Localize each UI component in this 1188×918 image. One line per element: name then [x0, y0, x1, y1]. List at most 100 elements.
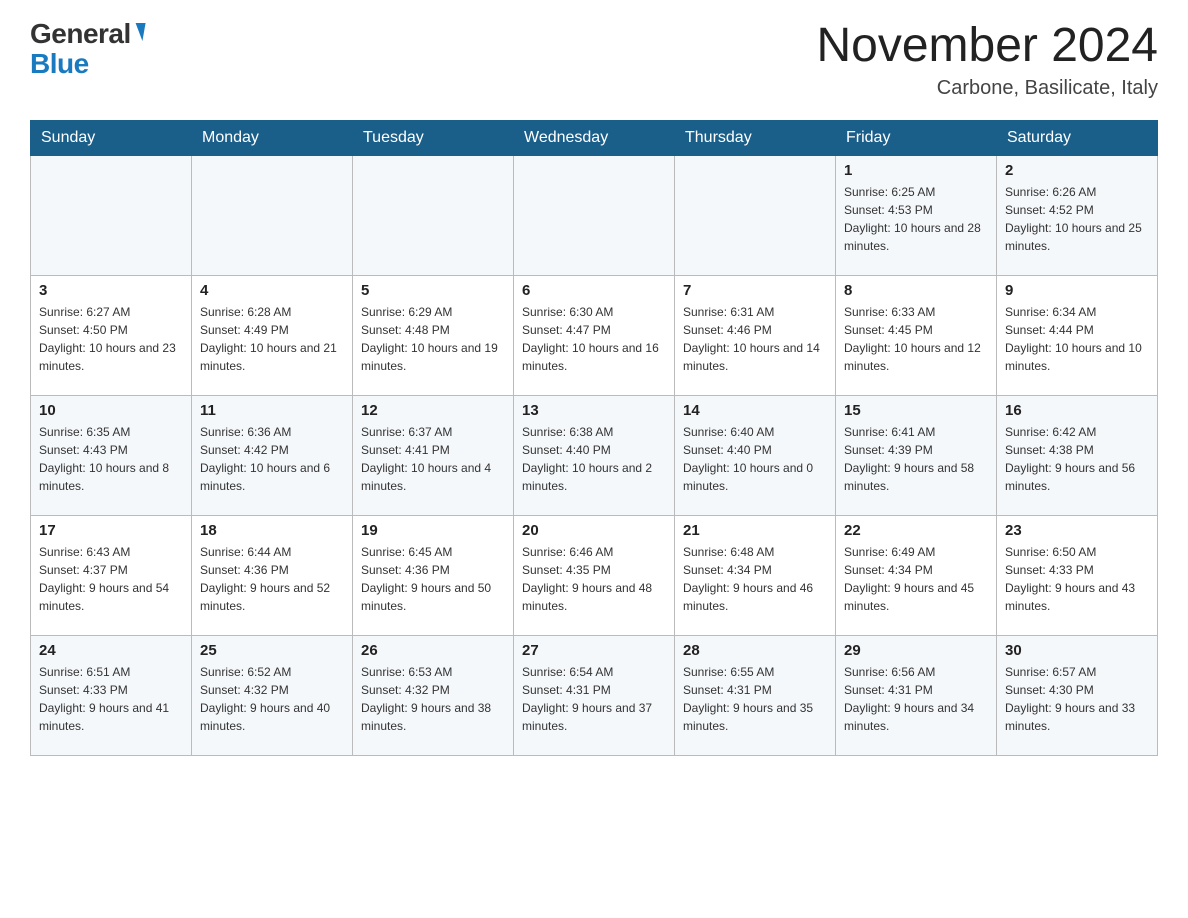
day-number: 30	[1005, 642, 1149, 659]
calendar-day-header: Sunday	[31, 120, 192, 155]
day-number: 25	[200, 642, 344, 659]
calendar-cell	[514, 155, 675, 275]
day-number: 5	[361, 282, 505, 299]
day-number: 16	[1005, 402, 1149, 419]
day-info: Sunrise: 6:36 AM Sunset: 4:42 PM Dayligh…	[200, 423, 344, 495]
day-info: Sunrise: 6:54 AM Sunset: 4:31 PM Dayligh…	[522, 663, 666, 735]
month-title: November 2024	[816, 20, 1158, 73]
calendar-day-header: Thursday	[675, 120, 836, 155]
calendar-cell: 12 Sunrise: 6:37 AM Sunset: 4:41 PM Dayli…	[353, 395, 514, 515]
calendar-day-header: Friday	[836, 120, 997, 155]
calendar-day-header: Tuesday	[353, 120, 514, 155]
calendar-cell	[675, 155, 836, 275]
day-number: 23	[1005, 522, 1149, 539]
day-info: Sunrise: 6:25 AM Sunset: 4:53 PM Dayligh…	[844, 183, 988, 255]
calendar-week-row: 3 Sunrise: 6:27 AM Sunset: 4:50 PM Daylig…	[31, 275, 1158, 395]
logo: General Blue	[30, 20, 144, 78]
day-number: 27	[522, 642, 666, 659]
day-number: 21	[683, 522, 827, 539]
calendar-cell: 10 Sunrise: 6:35 AM Sunset: 4:43 PM Dayli…	[31, 395, 192, 515]
day-info: Sunrise: 6:44 AM Sunset: 4:36 PM Dayligh…	[200, 543, 344, 615]
day-number: 3	[39, 282, 183, 299]
day-number: 2	[1005, 162, 1149, 179]
day-number: 19	[361, 522, 505, 539]
day-number: 18	[200, 522, 344, 539]
day-info: Sunrise: 6:45 AM Sunset: 4:36 PM Dayligh…	[361, 543, 505, 615]
calendar-cell: 5 Sunrise: 6:29 AM Sunset: 4:48 PM Daylig…	[353, 275, 514, 395]
calendar-cell: 30 Sunrise: 6:57 AM Sunset: 4:30 PM Dayli…	[997, 635, 1158, 755]
day-info: Sunrise: 6:38 AM Sunset: 4:40 PM Dayligh…	[522, 423, 666, 495]
title-block: November 2024 Carbone, Basilicate, Italy	[816, 20, 1158, 100]
calendar-week-row: 24 Sunrise: 6:51 AM Sunset: 4:33 PM Dayli…	[31, 635, 1158, 755]
day-info: Sunrise: 6:37 AM Sunset: 4:41 PM Dayligh…	[361, 423, 505, 495]
calendar-cell: 1 Sunrise: 6:25 AM Sunset: 4:53 PM Daylig…	[836, 155, 997, 275]
calendar-cell: 21 Sunrise: 6:48 AM Sunset: 4:34 PM Dayli…	[675, 515, 836, 635]
day-info: Sunrise: 6:26 AM Sunset: 4:52 PM Dayligh…	[1005, 183, 1149, 255]
calendar-cell	[31, 155, 192, 275]
day-number: 4	[200, 282, 344, 299]
calendar-cell: 28Sunrise: 6:55 AM Sunset: 4:31 PM Dayli…	[675, 635, 836, 755]
calendar-header-row: SundayMondayTuesdayWednesdayThursdayFrid…	[31, 120, 1158, 155]
day-info: Sunrise: 6:43 AM Sunset: 4:37 PM Dayligh…	[39, 543, 183, 615]
calendar-day-header: Saturday	[997, 120, 1158, 155]
day-info: Sunrise: 6:27 AM Sunset: 4:50 PM Dayligh…	[39, 303, 183, 375]
day-number: 14	[683, 402, 827, 419]
day-info: Sunrise: 6:56 AM Sunset: 4:31 PM Dayligh…	[844, 663, 988, 735]
calendar-cell: 25 Sunrise: 6:52 AM Sunset: 4:32 PM Dayli…	[192, 635, 353, 755]
day-number: 10	[39, 402, 183, 419]
day-info: Sunrise: 6:35 AM Sunset: 4:43 PM Dayligh…	[39, 423, 183, 495]
day-number: 6	[522, 282, 666, 299]
day-info: Sunrise: 6:33 AM Sunset: 4:45 PM Dayligh…	[844, 303, 988, 375]
calendar-cell: 24 Sunrise: 6:51 AM Sunset: 4:33 PM Dayli…	[31, 635, 192, 755]
day-number: 26	[361, 642, 505, 659]
calendar-week-row: 1 Sunrise: 6:25 AM Sunset: 4:53 PM Daylig…	[31, 155, 1158, 275]
calendar-cell: 22Sunrise: 6:49 AM Sunset: 4:34 PM Dayli…	[836, 515, 997, 635]
calendar-cell: 11 Sunrise: 6:36 AM Sunset: 4:42 PM Dayli…	[192, 395, 353, 515]
day-number: 24	[39, 642, 183, 659]
calendar-cell: 2 Sunrise: 6:26 AM Sunset: 4:52 PM Daylig…	[997, 155, 1158, 275]
day-number: 8	[844, 282, 988, 299]
day-number: 13	[522, 402, 666, 419]
day-info: Sunrise: 6:30 AM Sunset: 4:47 PM Dayligh…	[522, 303, 666, 375]
calendar-cell: 3 Sunrise: 6:27 AM Sunset: 4:50 PM Daylig…	[31, 275, 192, 395]
day-info: Sunrise: 6:28 AM Sunset: 4:49 PM Dayligh…	[200, 303, 344, 375]
calendar-cell: 14 Sunrise: 6:40 AM Sunset: 4:40 PM Dayli…	[675, 395, 836, 515]
calendar-cell	[192, 155, 353, 275]
day-info: Sunrise: 6:34 AM Sunset: 4:44 PM Dayligh…	[1005, 303, 1149, 375]
day-number: 22	[844, 522, 988, 539]
calendar-cell: 23 Sunrise: 6:50 AM Sunset: 4:33 PM Dayli…	[997, 515, 1158, 635]
page-header: General Blue November 2024 Carbone, Basi…	[30, 20, 1158, 100]
day-info: Sunrise: 6:51 AM Sunset: 4:33 PM Dayligh…	[39, 663, 183, 735]
day-number: 9	[1005, 282, 1149, 299]
day-number: 15	[844, 402, 988, 419]
day-number: 17	[39, 522, 183, 539]
calendar-cell: 13 Sunrise: 6:38 AM Sunset: 4:40 PM Dayli…	[514, 395, 675, 515]
logo-general-text: General	[30, 20, 131, 48]
day-number: 11	[200, 402, 344, 419]
day-number: 29	[844, 642, 988, 659]
day-info: Sunrise: 6:55 AM Sunset: 4:31 PM Dayligh…	[683, 663, 827, 735]
day-number: 1	[844, 162, 988, 179]
logo-blue-text: Blue	[30, 48, 89, 79]
logo-triangle-icon	[132, 23, 145, 41]
day-number: 12	[361, 402, 505, 419]
calendar-cell: 20 Sunrise: 6:46 AM Sunset: 4:35 PM Dayli…	[514, 515, 675, 635]
day-info: Sunrise: 6:48 AM Sunset: 4:34 PM Dayligh…	[683, 543, 827, 615]
calendar-cell: 16 Sunrise: 6:42 AM Sunset: 4:38 PM Dayli…	[997, 395, 1158, 515]
calendar-cell: 4 Sunrise: 6:28 AM Sunset: 4:49 PM Daylig…	[192, 275, 353, 395]
day-info: Sunrise: 6:57 AM Sunset: 4:30 PM Dayligh…	[1005, 663, 1149, 735]
day-number: 7	[683, 282, 827, 299]
day-info: Sunrise: 6:29 AM Sunset: 4:48 PM Dayligh…	[361, 303, 505, 375]
day-info: Sunrise: 6:52 AM Sunset: 4:32 PM Dayligh…	[200, 663, 344, 735]
calendar-day-header: Monday	[192, 120, 353, 155]
calendar-cell: 6 Sunrise: 6:30 AM Sunset: 4:47 PM Daylig…	[514, 275, 675, 395]
day-info: Sunrise: 6:40 AM Sunset: 4:40 PM Dayligh…	[683, 423, 827, 495]
day-info: Sunrise: 6:50 AM Sunset: 4:33 PM Dayligh…	[1005, 543, 1149, 615]
calendar-cell: 9 Sunrise: 6:34 AM Sunset: 4:44 PM Daylig…	[997, 275, 1158, 395]
day-number: 20	[522, 522, 666, 539]
day-info: Sunrise: 6:46 AM Sunset: 4:35 PM Dayligh…	[522, 543, 666, 615]
calendar-week-row: 17 Sunrise: 6:43 AM Sunset: 4:37 PM Dayli…	[31, 515, 1158, 635]
calendar-cell: 15Sunrise: 6:41 AM Sunset: 4:39 PM Dayli…	[836, 395, 997, 515]
day-info: Sunrise: 6:42 AM Sunset: 4:38 PM Dayligh…	[1005, 423, 1149, 495]
calendar-cell: 26Sunrise: 6:53 AM Sunset: 4:32 PM Dayli…	[353, 635, 514, 755]
